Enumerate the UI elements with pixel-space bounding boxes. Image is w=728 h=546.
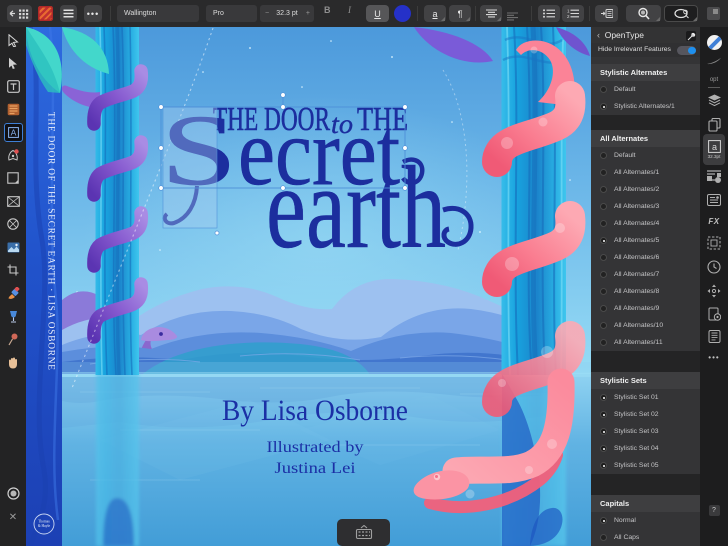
svg-text:Thomas: Thomas [38,520,50,524]
svg-text:By Lisa Osborne: By Lisa Osborne [222,394,408,427]
svg-text:Justina Lei: Justina Lei [275,460,357,477]
svg-text:& Hayle: & Hayle [38,524,51,528]
svg-text:1: 1 [567,9,570,14]
svg-text:a: a [711,142,716,152]
svg-text:A: A [10,127,16,137]
svg-text:2: 2 [567,14,570,18]
svg-text:Illustrated by: Illustrated by [267,439,364,456]
svg-text:THE DOOR OF THE SECRET EARTH ·: THE DOOR OF THE SECRET EARTH · LISA OSBO… [46,112,56,371]
